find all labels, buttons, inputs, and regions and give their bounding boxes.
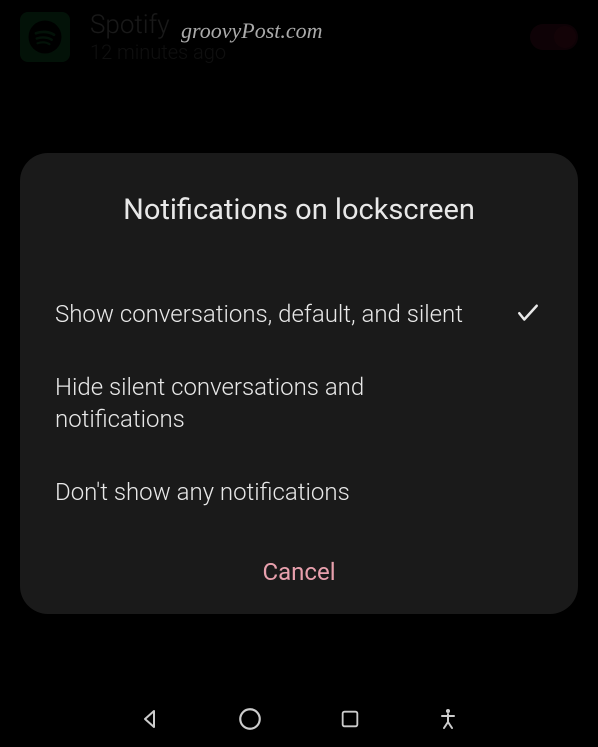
home-button[interactable] (237, 706, 263, 732)
accessibility-button[interactable] (436, 707, 460, 731)
navigation-bar (0, 691, 598, 747)
dialog-title: Notifications on lockscreen (20, 193, 578, 227)
option-show-all[interactable]: Show conversations, default, and silent (20, 277, 578, 351)
back-button[interactable] (138, 707, 162, 731)
dialog-overlay: Notifications on lockscreen Show convers… (0, 0, 598, 747)
option-hide-silent[interactable]: Hide silent conversations and notificati… (20, 351, 578, 456)
option-hide-all[interactable]: Don't show any notifications (20, 456, 578, 528)
option-label: Don't show any notifications (55, 476, 350, 508)
cancel-button[interactable]: Cancel (20, 528, 578, 596)
option-label: Show conversations, default, and silent (55, 298, 463, 330)
lockscreen-notifications-dialog: Notifications on lockscreen Show convers… (20, 153, 578, 614)
checkmark-icon (513, 297, 543, 331)
option-label: Hide silent conversations and notificati… (55, 371, 475, 436)
recents-button[interactable] (339, 708, 361, 730)
